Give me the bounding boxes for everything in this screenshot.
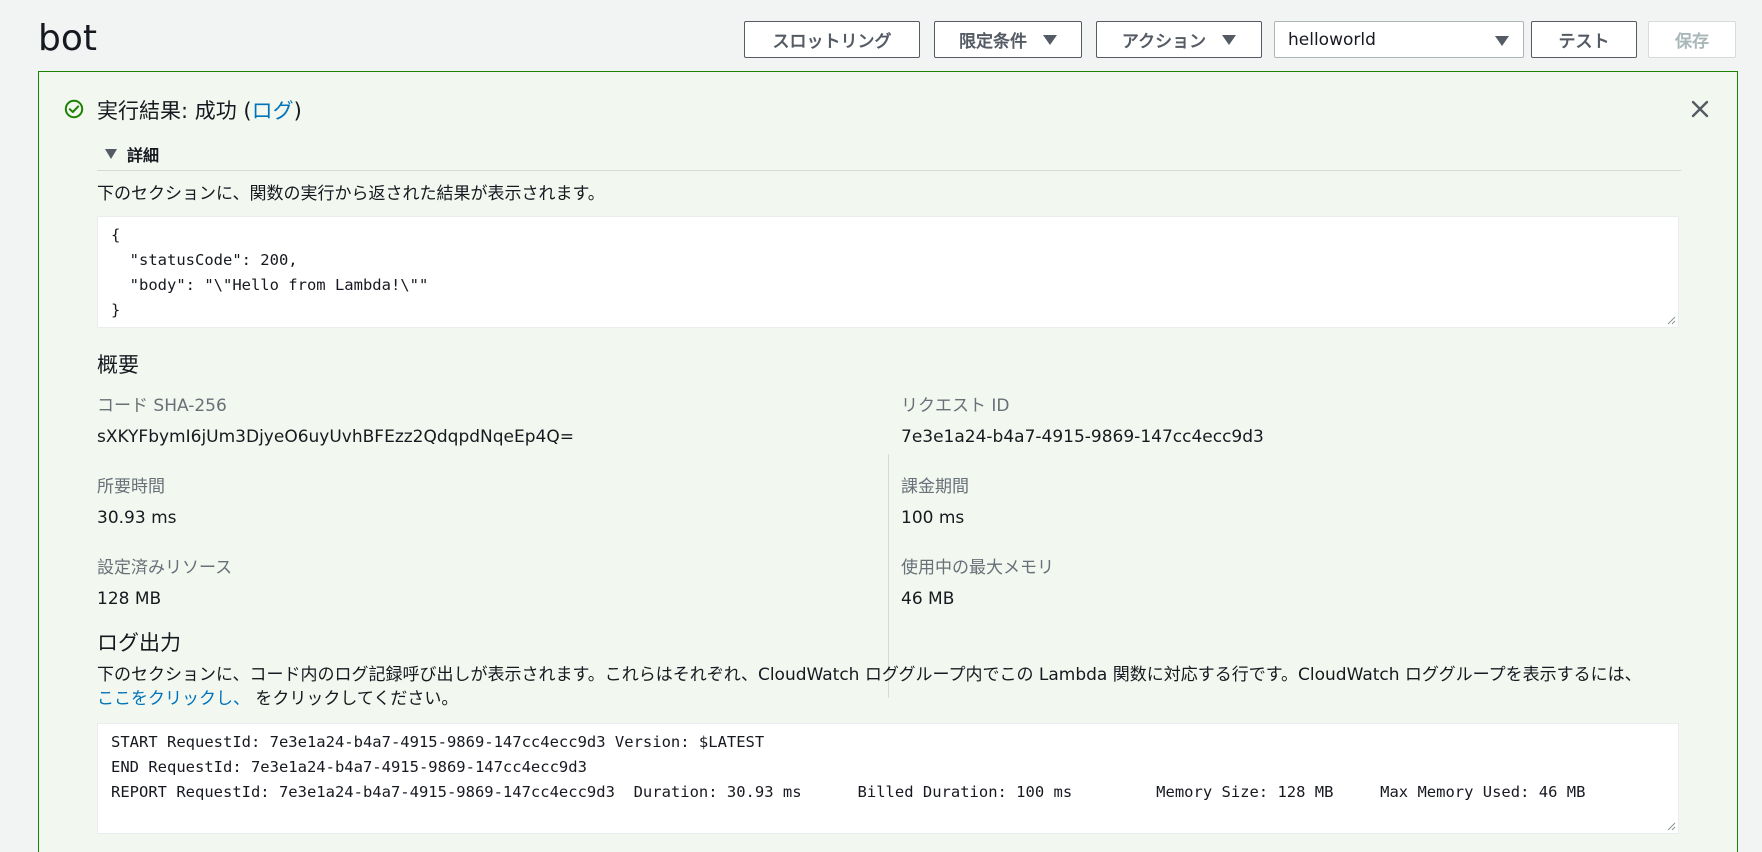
execution-result-panel: 実行結果: 成功 (ログ) 詳細 下のセクションに、関数の実行から返された結果が…: [38, 71, 1738, 852]
output-line: }: [111, 301, 121, 319]
status-suffix: ): [293, 99, 302, 123]
lambda-console-page: bot スロットリング 限定条件 アクション helloworld テスト 保存: [0, 0, 1762, 852]
caret-down-icon: [1043, 34, 1057, 45]
function-title: bot: [38, 18, 97, 59]
billed-duration-label: 課金期間: [901, 477, 969, 497]
request-id-label: リクエスト ID: [901, 396, 1010, 416]
output-description: 下のセクションに、関数の実行から返された結果が表示されます。: [97, 184, 605, 204]
close-icon[interactable]: [1687, 96, 1713, 122]
resize-handle-icon[interactable]: [1666, 315, 1676, 325]
details-expander[interactable]: 詳細: [105, 142, 159, 166]
resize-handle-icon[interactable]: [1666, 821, 1676, 831]
request-id-value: 7e3e1a24-b4a7-4915-9869-147cc4ecc9d3: [901, 427, 1264, 447]
caret-down-icon: [1222, 34, 1237, 45]
code-sha-label: コード SHA-256: [97, 396, 227, 416]
save-button[interactable]: 保存: [1648, 21, 1736, 58]
log-link[interactable]: ログ: [252, 99, 294, 123]
summary-heading: 概要: [97, 353, 139, 377]
success-check-icon: [64, 99, 84, 119]
output-line: {: [111, 226, 121, 244]
throttling-button[interactable]: スロットリング: [744, 21, 920, 58]
max-memory-label: 使用中の最大メモリ: [901, 558, 1054, 578]
log-line: REPORT RequestId: 7e3e1a24-b4a7-4915-986…: [111, 783, 1586, 801]
log-description-tail: をクリックしてください。: [250, 689, 459, 709]
qualifiers-dropdown-button[interactable]: 限定条件: [934, 21, 1082, 58]
save-button-label: 保存: [1675, 32, 1709, 52]
max-memory-value: 46 MB: [901, 589, 955, 609]
log-output-textarea[interactable]: START RequestId: 7e3e1a24-b4a7-4915-9869…: [97, 723, 1679, 834]
status-prefix: 実行結果: 成功 (: [97, 99, 252, 123]
test-event-select[interactable]: helloworld: [1274, 21, 1524, 58]
duration-label: 所要時間: [97, 477, 165, 497]
actions-dropdown-button[interactable]: アクション: [1096, 21, 1262, 58]
log-output-description: 下のセクションに、コード内のログ記録呼び出しが表示されます。これらはそれぞれ、C…: [97, 663, 1687, 711]
column-divider: [888, 454, 889, 698]
caret-down-icon: [105, 149, 117, 159]
billed-duration-value: 100 ms: [901, 508, 965, 528]
details-label: 詳細: [127, 146, 160, 165]
test-event-select-value: helloworld: [1288, 29, 1376, 50]
log-output-heading: ログ出力: [97, 631, 181, 655]
divider: [97, 170, 1681, 171]
output-line: "body": "\"Hello from Lambda!\"": [111, 276, 429, 294]
code-sha-value: sXKYFbymI6jUm3DjyeO6uyUvhBFEzz2QdqpdNqeE…: [97, 427, 574, 447]
resources-label: 設定済みリソース: [97, 558, 233, 578]
actions-button-label: アクション: [1121, 32, 1207, 52]
execution-status-title: 実行結果: 成功 (ログ): [97, 97, 302, 125]
caret-down-icon: [1495, 36, 1509, 46]
throttling-button-label: スロットリング: [772, 32, 892, 52]
log-line: START RequestId: 7e3e1a24-b4a7-4915-9869…: [111, 733, 765, 751]
qualifiers-button-label: 限定条件: [959, 32, 1027, 52]
click-here-link[interactable]: ここをクリックし、: [97, 689, 250, 709]
function-output-textarea[interactable]: { "statusCode": 200, "body": "\"Hello fr…: [97, 216, 1679, 328]
test-button[interactable]: テスト: [1531, 21, 1637, 58]
log-line: END RequestId: 7e3e1a24-b4a7-4915-9869-1…: [111, 758, 587, 776]
duration-value: 30.93 ms: [97, 508, 177, 528]
output-line: "statusCode": 200,: [111, 251, 298, 269]
test-button-label: テスト: [1558, 32, 1610, 52]
resources-value: 128 MB: [97, 589, 162, 609]
function-header: bot スロットリング 限定条件 アクション helloworld テスト 保存: [0, 0, 1762, 70]
log-description-text: 下のセクションに、コード内のログ記録呼び出しが表示されます。これらはそれぞれ、C…: [97, 665, 1642, 685]
